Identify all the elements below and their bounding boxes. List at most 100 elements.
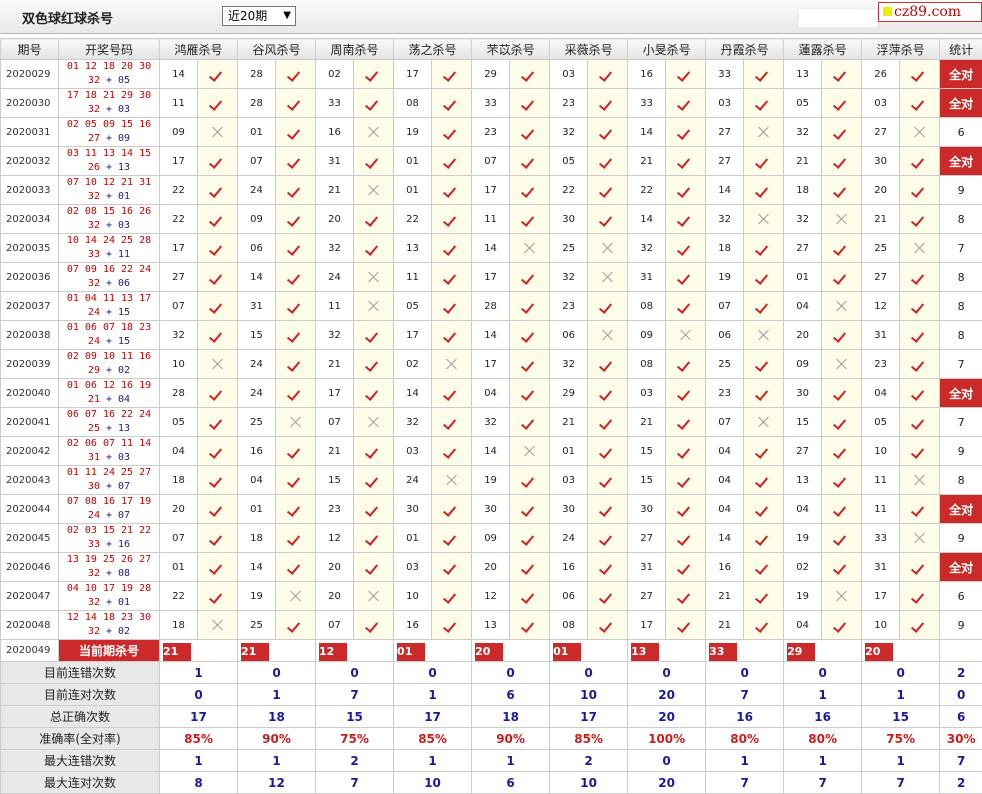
stats-value: 20 — [627, 771, 707, 794]
result-mark-cell — [509, 494, 551, 524]
check-icon — [600, 300, 616, 312]
stats-value: 20 — [627, 683, 707, 706]
check-icon — [756, 445, 772, 457]
stats-value: 7 — [705, 771, 785, 794]
stat-cell: 8 — [939, 204, 982, 234]
draw-numbers-cell: 02 05 09 15 16 27 + 09 — [58, 117, 160, 147]
table-row: 2020044 07 08 16 17 19 24 + 07 20 01 23 30 30 30… — [0, 494, 982, 524]
kill-number-cell: 32 — [549, 349, 589, 379]
check-icon — [210, 503, 226, 515]
stats-value: 10 — [549, 683, 629, 706]
period-cell: 2020042 — [0, 436, 59, 466]
red-balls-line: 13 19 25 26 27 — [66, 554, 152, 565]
last-red-ball: 32 — [87, 597, 100, 608]
check-icon — [678, 242, 694, 254]
result-mark-cell — [353, 494, 395, 524]
result-mark-cell — [509, 581, 551, 611]
red-balls-line: 02 03 15 21 22 — [66, 525, 152, 536]
stats-value: 10 — [393, 771, 473, 794]
plus-sign: + — [99, 510, 119, 521]
blue-ball: 16 — [118, 539, 131, 550]
kill-number-cell: 17 — [471, 349, 511, 379]
last-red-ball: 24 — [87, 510, 100, 521]
plus-sign: + — [99, 278, 119, 289]
stats-value: 7 — [705, 683, 785, 706]
result-mark-cell — [431, 436, 473, 466]
kill-number-cell: 02 — [393, 349, 433, 379]
kill-number-cell: 17 — [627, 610, 667, 640]
kill-number-cell: 07 — [315, 407, 355, 437]
kill-number-cell: 16 — [627, 59, 667, 89]
stat-cell: 全对 — [939, 59, 982, 89]
kill-number-cell: 31 — [861, 320, 901, 350]
check-icon — [210, 242, 226, 254]
check-icon — [210, 561, 226, 573]
kill-number-cell: 05 — [783, 88, 823, 118]
result-mark-cell — [821, 465, 863, 495]
check-icon — [834, 184, 850, 196]
stat-cell: 8 — [939, 291, 982, 321]
top-bar: 双色球红球杀号 近20期 ▼ cz89.com — [0, 0, 982, 34]
result-mark-cell — [821, 233, 863, 263]
result-mark-cell — [431, 59, 473, 89]
check-icon — [444, 271, 460, 283]
period-cell: 2020036 — [0, 262, 59, 292]
plus-sign: + — [99, 481, 119, 492]
last-red-ball: 25 — [87, 423, 100, 434]
site-logo[interactable]: cz89.com — [878, 2, 982, 22]
kill-number-cell: 17 — [315, 378, 355, 408]
check-icon — [756, 561, 772, 573]
result-mark-cell — [353, 610, 395, 640]
kill-number-cell: 27 — [159, 262, 198, 292]
result-mark-cell — [899, 523, 941, 553]
period-range-select[interactable]: 近20期 ▼ — [222, 6, 296, 26]
kill-number-cell: 33 — [315, 88, 355, 118]
draw-numbers-cell: 13 19 25 26 27 32 + 08 — [58, 552, 160, 582]
kill-number-cell: 21 — [705, 610, 745, 640]
check-icon — [210, 184, 226, 196]
result-mark-cell — [275, 262, 317, 292]
result-mark-cell — [196, 436, 239, 466]
search-box[interactable] — [798, 8, 878, 28]
table-row: 2020034 02 08 15 16 26 32 + 03 22 09 20 22 11 30… — [0, 204, 982, 234]
kill-number-cell: 27 — [705, 146, 745, 176]
result-mark-cell — [196, 291, 239, 321]
kill-number-cell: 27 — [627, 523, 667, 553]
kill-number-cell: 23 — [471, 117, 511, 147]
kill-number-cell: 09 — [471, 523, 511, 553]
check-icon — [912, 329, 928, 341]
kill-number-cell: 30 — [549, 494, 589, 524]
check-icon — [288, 329, 304, 341]
table-row: 2020038 01 06 07 18 23 24 + 15 32 15 32 17 14 06… — [0, 320, 982, 350]
result-mark-cell — [587, 146, 629, 176]
result-mark-cell — [196, 349, 239, 379]
red-balls-line: 01 11 24 25 27 — [66, 467, 152, 478]
result-mark-cell — [743, 146, 785, 176]
result-mark-cell — [509, 320, 551, 350]
blue-ball: 15 — [118, 336, 131, 347]
blue-ball: 07 — [118, 510, 131, 521]
kill-number-cell: 09 — [627, 320, 667, 350]
plus-sign: + — [99, 626, 119, 637]
table-row: 2020041 06 07 16 22 24 25 + 13 05 25 07 32 32 21… — [0, 407, 982, 437]
stats-value: 17 — [158, 705, 239, 728]
current-kill-badge: 20 — [475, 643, 504, 661]
plus-sign: + — [99, 539, 119, 550]
check-icon — [444, 532, 460, 544]
check-icon — [288, 445, 304, 457]
check-icon — [912, 561, 928, 573]
draw-numbers-cell: 07 08 16 17 19 24 + 07 — [58, 494, 160, 524]
result-mark-cell — [509, 291, 551, 321]
check-icon — [756, 503, 772, 515]
result-mark-cell — [665, 291, 707, 321]
kill-number-cell: 27 — [861, 262, 901, 292]
cross-icon — [368, 271, 380, 283]
kill-number-cell: 32 — [471, 407, 511, 437]
kill-number-cell: 15 — [237, 320, 277, 350]
kill-number-cell: 04 — [471, 378, 511, 408]
result-mark-cell — [275, 465, 317, 495]
result-mark-cell — [743, 610, 785, 640]
stats-value: 7 — [315, 683, 395, 706]
result-mark-cell — [196, 407, 239, 437]
kill-number-cell: 31 — [627, 262, 667, 292]
